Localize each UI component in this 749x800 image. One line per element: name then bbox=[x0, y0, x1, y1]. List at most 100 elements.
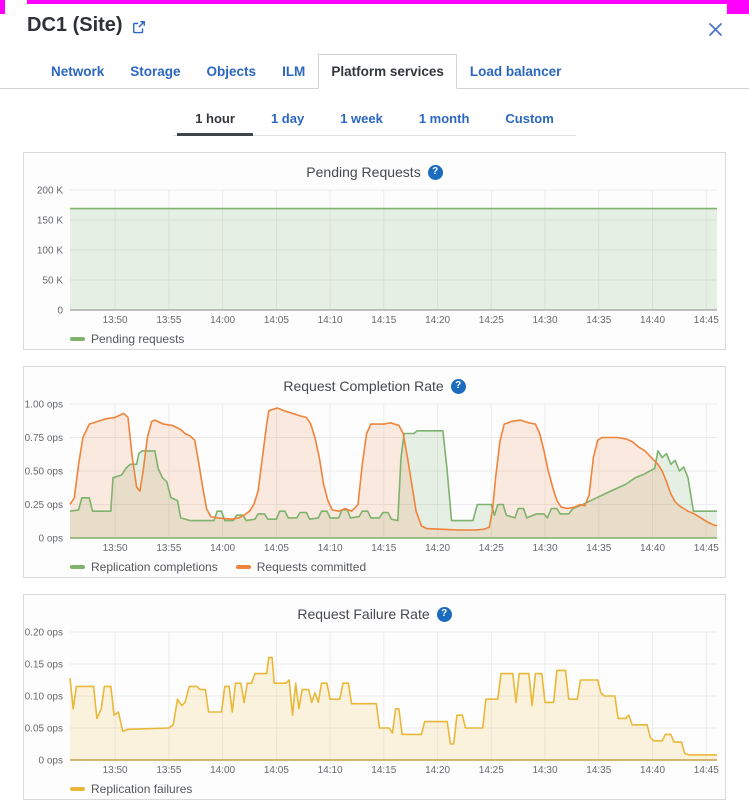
svg-text:13:50: 13:50 bbox=[103, 315, 128, 326]
close-button[interactable] bbox=[702, 16, 729, 46]
chart-panel-pending-requests: Pending Requests ? 050 K100 K150 K200 K1… bbox=[23, 152, 726, 350]
legend-item-pending-requests[interactable]: Pending requests bbox=[70, 332, 184, 346]
svg-text:14:15: 14:15 bbox=[371, 315, 396, 326]
chart-svg: 0 ops 0.25 ops 0.50 ops 0.75 ops 1.00 ops 13:… bbox=[24, 397, 725, 555]
svg-text:14:10: 14:10 bbox=[318, 765, 343, 776]
svg-text:14:05: 14:05 bbox=[264, 543, 289, 554]
legend-item-requests-committed[interactable]: Requests committed bbox=[236, 560, 366, 574]
svg-text:14:45: 14:45 bbox=[694, 543, 719, 554]
help-icon[interactable]: ? bbox=[428, 165, 443, 180]
svg-text:13:55: 13:55 bbox=[156, 315, 181, 326]
tab-storage[interactable]: Storage bbox=[117, 54, 193, 88]
chart-legend: Replication failures bbox=[24, 777, 725, 799]
magenta-artifact-corner bbox=[727, 0, 749, 14]
chart-title-text: Request Completion Rate bbox=[283, 378, 443, 394]
tab-ilm[interactable]: ILM bbox=[269, 54, 318, 88]
svg-text:14:15: 14:15 bbox=[371, 543, 396, 554]
svg-text:0.10 ops: 0.10 ops bbox=[25, 692, 63, 703]
request-completion-rate-chart[interactable]: 0 ops 0.25 ops 0.50 ops 0.75 ops 1.00 ops 13:… bbox=[24, 397, 725, 555]
svg-text:14:20: 14:20 bbox=[425, 315, 450, 326]
svg-text:14:00: 14:00 bbox=[210, 765, 235, 776]
svg-text:14:25: 14:25 bbox=[479, 765, 504, 776]
svg-text:14:35: 14:35 bbox=[586, 315, 611, 326]
time-range-1-month[interactable]: 1 month bbox=[401, 102, 488, 136]
magenta-artifact-top bbox=[27, 0, 749, 4]
request-failure-rate-chart[interactable]: 0 ops0.05 ops0.10 ops0.15 ops0.20 ops13:… bbox=[24, 625, 725, 777]
tab-load-balancer[interactable]: Load balancer bbox=[457, 54, 575, 88]
svg-text:13:55: 13:55 bbox=[156, 765, 181, 776]
header: DC1 (Site) bbox=[0, 0, 749, 46]
chart-title-text: Request Failure Rate bbox=[297, 606, 429, 622]
legend-swatch bbox=[70, 337, 85, 341]
svg-text:0.20 ops: 0.20 ops bbox=[25, 628, 63, 639]
chart-panel-request-failure-rate: Request Failure Rate ? 0 ops0.05 ops0.10… bbox=[23, 594, 726, 800]
close-icon bbox=[708, 25, 723, 40]
time-range-1-week[interactable]: 1 week bbox=[322, 102, 401, 136]
svg-text:14:20: 14:20 bbox=[425, 543, 450, 554]
time-range-1-hour[interactable]: 1 hour bbox=[177, 102, 253, 136]
chart-svg: 050 K100 K150 K200 K13:5013:5514:0014:05… bbox=[24, 183, 725, 327]
chart-svg: 0 ops0.05 ops0.10 ops0.15 ops0.20 ops13:… bbox=[24, 625, 725, 777]
svg-text:0.50 ops: 0.50 ops bbox=[25, 467, 63, 478]
svg-text:14:00: 14:00 bbox=[210, 315, 235, 326]
tab-platform-services[interactable]: Platform services bbox=[318, 54, 457, 89]
page-title-text: DC1 (Site) bbox=[27, 14, 123, 37]
svg-text:14:40: 14:40 bbox=[640, 765, 665, 776]
svg-text:50 K: 50 K bbox=[42, 276, 63, 287]
chart-title: Request Completion Rate ? bbox=[24, 367, 725, 397]
legend-label: Pending requests bbox=[91, 332, 184, 346]
svg-text:1.00 ops: 1.00 ops bbox=[25, 400, 63, 411]
chart-legend: Pending requests bbox=[24, 327, 725, 349]
time-range-custom[interactable]: Custom bbox=[487, 102, 571, 136]
svg-text:14:35: 14:35 bbox=[586, 765, 611, 776]
svg-text:13:55: 13:55 bbox=[156, 543, 181, 554]
svg-text:0 ops: 0 ops bbox=[39, 534, 63, 545]
svg-text:14:40: 14:40 bbox=[640, 543, 665, 554]
legend-label: Replication failures bbox=[91, 782, 192, 796]
tab-objects[interactable]: Objects bbox=[194, 54, 270, 88]
external-link-icon[interactable] bbox=[132, 20, 146, 34]
svg-text:0: 0 bbox=[57, 306, 63, 317]
chart-title-text: Pending Requests bbox=[306, 164, 420, 180]
legend-swatch bbox=[70, 787, 85, 791]
svg-text:14:00: 14:00 bbox=[210, 543, 235, 554]
chart-panel-request-completion-rate: Request Completion Rate ? 0 ops0.25 ops0… bbox=[23, 366, 726, 578]
svg-text:0.05 ops: 0.05 ops bbox=[25, 724, 63, 735]
magenta-artifact-left bbox=[0, 0, 5, 14]
legend-swatch bbox=[236, 565, 251, 569]
svg-text:14:10: 14:10 bbox=[318, 315, 343, 326]
svg-text:14:25: 14:25 bbox=[479, 543, 504, 554]
time-range-selector: 1 hour1 day1 week1 monthCustom bbox=[173, 102, 576, 136]
svg-text:0.15 ops: 0.15 ops bbox=[25, 660, 63, 671]
time-range-1-day[interactable]: 1 day bbox=[253, 102, 322, 136]
svg-text:14:10: 14:10 bbox=[318, 543, 343, 554]
page-title: DC1 (Site) bbox=[27, 14, 146, 37]
svg-text:100 K: 100 K bbox=[37, 246, 63, 257]
legend-item-replication-completions[interactable]: Replication completions bbox=[70, 560, 218, 574]
svg-text:14:15: 14:15 bbox=[371, 765, 396, 776]
pending-requests-chart[interactable]: 050 K100 K150 K200 K13:5013:5514:0014:05… bbox=[24, 183, 725, 327]
svg-text:14:35: 14:35 bbox=[586, 543, 611, 554]
svg-text:14:45: 14:45 bbox=[694, 765, 719, 776]
svg-text:13:50: 13:50 bbox=[103, 543, 128, 554]
svg-text:14:30: 14:30 bbox=[532, 315, 557, 326]
chart-legend: Replication completions Requests committe… bbox=[24, 555, 725, 577]
svg-text:0.75 ops: 0.75 ops bbox=[25, 433, 63, 444]
help-icon[interactable]: ? bbox=[437, 607, 452, 622]
svg-text:14:20: 14:20 bbox=[425, 765, 450, 776]
charts-container: Pending Requests ? 050 K100 K150 K200 K1… bbox=[23, 152, 726, 800]
tab-network[interactable]: Network bbox=[38, 54, 117, 88]
legend-item-replication-failures[interactable]: Replication failures bbox=[70, 782, 192, 796]
chart-title: Pending Requests ? bbox=[24, 153, 725, 183]
svg-text:14:30: 14:30 bbox=[532, 765, 557, 776]
svg-text:14:30: 14:30 bbox=[532, 543, 557, 554]
help-icon[interactable]: ? bbox=[451, 379, 466, 394]
svg-text:0.25 ops: 0.25 ops bbox=[25, 500, 63, 511]
svg-text:14:40: 14:40 bbox=[640, 315, 665, 326]
legend-label: Replication completions bbox=[91, 560, 218, 574]
legend-swatch bbox=[70, 565, 85, 569]
svg-text:13:50: 13:50 bbox=[103, 765, 128, 776]
svg-text:14:05: 14:05 bbox=[264, 765, 289, 776]
svg-text:150 K: 150 K bbox=[37, 216, 63, 227]
chart-title: Request Failure Rate ? bbox=[24, 595, 725, 625]
